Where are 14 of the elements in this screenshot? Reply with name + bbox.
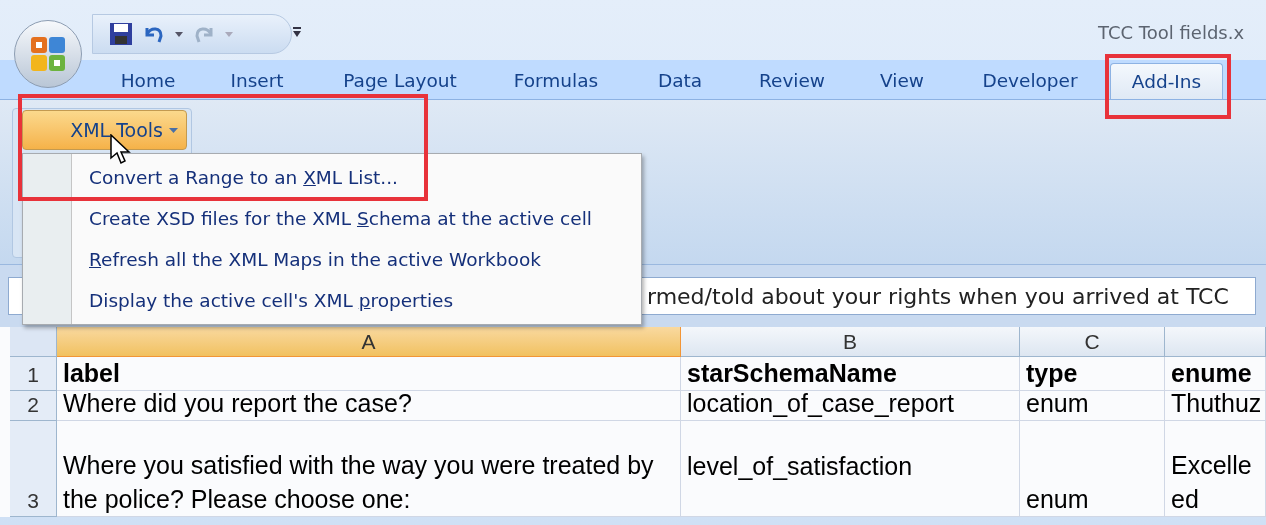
table-cell-text: Where you satisfied with the way you were treated by the police? Please choose one:	[63, 450, 654, 515]
window-title: TCC Tool fields.x	[1098, 21, 1245, 45]
formula-text: rmed/told about your rights when you arrived at TCC	[647, 282, 1229, 311]
table-cell-text: level_of_satisfaction	[687, 451, 913, 482]
table-cell-text: type	[1026, 358, 1078, 389]
table-cell-text: Thuthuz	[1171, 391, 1262, 419]
table-cell-text: label	[63, 358, 120, 389]
table-cell-text: enum	[1026, 391, 1089, 419]
table-cell-text: enume	[1171, 358, 1252, 389]
table-cell-text: enum	[1026, 484, 1089, 515]
table-cell-text: Excelle ed	[1171, 450, 1252, 515]
table-cell-text: starSchemaName	[687, 358, 897, 389]
table-cell-text: location_of_case_report	[687, 391, 954, 419]
table-cell-text: Where did you report the case?	[63, 391, 412, 419]
